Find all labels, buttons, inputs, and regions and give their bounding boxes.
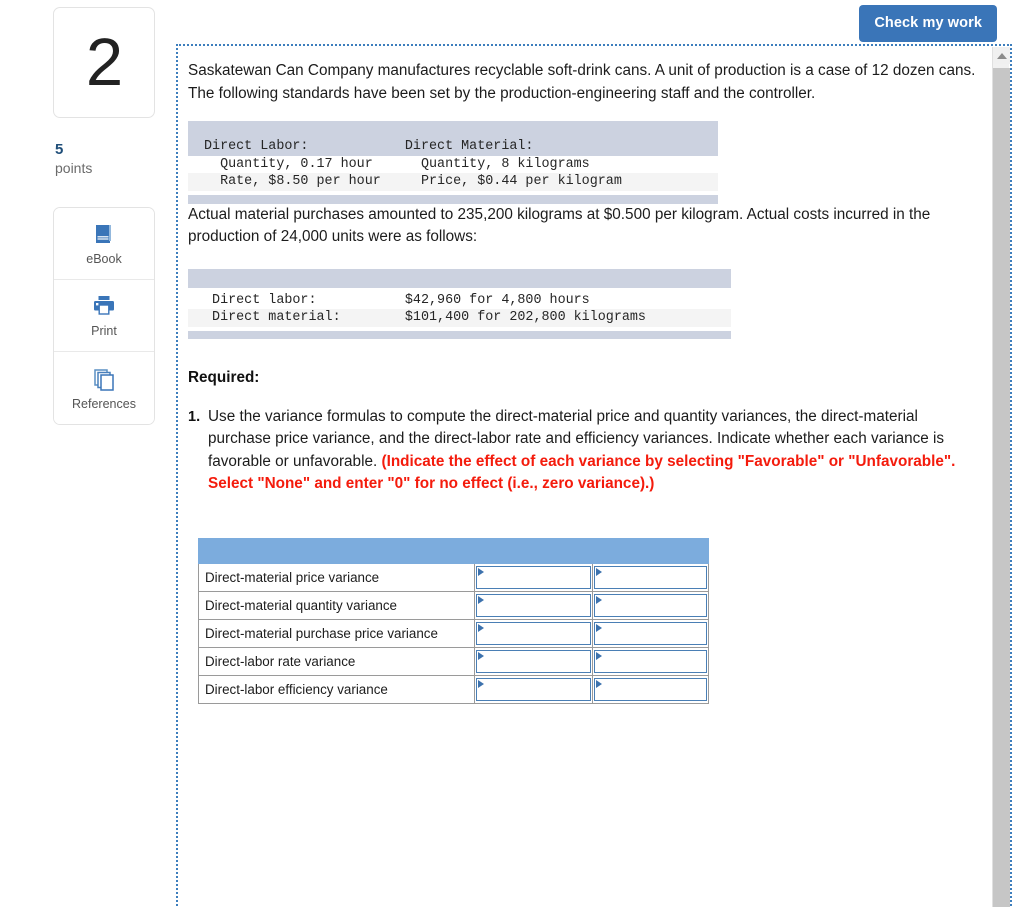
variance-effect-input[interactable]	[594, 593, 707, 617]
printer-icon	[92, 293, 116, 319]
points-block: 5 points	[53, 141, 155, 177]
variance-amount-cell[interactable]	[474, 674, 593, 704]
variance-label: Direct-material quantity variance	[198, 590, 475, 620]
left-rail: 2 5 points eBook Print References	[53, 7, 155, 425]
variance-effect-input[interactable]	[594, 649, 707, 673]
standards-row: Quantity, 0.17 hour Quantity, 8 kilogram…	[188, 155, 718, 173]
variance-effect-cell[interactable]	[592, 590, 709, 620]
ebook-button[interactable]: eBook	[54, 208, 154, 280]
standards-band-top	[188, 121, 718, 138]
actual-costs-block: Direct labor: $42,960 for 4,800 hours Di…	[188, 268, 731, 339]
variance-label: Direct-material price variance	[198, 562, 475, 592]
question-page: 2 5 points eBook Print References Check …	[0, 0, 1024, 907]
standards-band-bottom	[188, 194, 718, 204]
points-label: points	[55, 160, 93, 176]
variance-amount-cell[interactable]	[474, 618, 593, 648]
variance-effect-cell[interactable]	[592, 618, 709, 648]
book-icon	[92, 221, 116, 247]
table-row: Direct-labor efficiency variance	[198, 674, 709, 704]
print-label: Print	[91, 324, 117, 338]
table-row: Direct-material quantity variance	[198, 590, 709, 620]
variance-amount-cell[interactable]	[474, 590, 593, 620]
header-cell-value-2	[592, 537, 709, 564]
requirements-list: 1. Use the variance formulas to compute t…	[188, 406, 962, 496]
print-button[interactable]: Print	[54, 280, 154, 352]
variance-label: Direct-labor efficiency variance	[198, 674, 475, 704]
variance-label: Direct-material purchase price variance	[198, 618, 475, 648]
references-label: References	[72, 396, 136, 411]
question-number-card: 2	[53, 7, 155, 118]
question-panel: Saskatewan Can Company manufactures recy…	[176, 44, 1012, 907]
variance-effect-input[interactable]	[594, 621, 707, 645]
question-number: 2	[85, 25, 123, 100]
variance-amount-cell[interactable]	[474, 562, 593, 592]
actual-costs-band-bottom	[188, 330, 731, 339]
question-body: Saskatewan Can Company manufactures recy…	[178, 46, 978, 907]
ebook-label: eBook	[86, 252, 122, 266]
variance-amount-input[interactable]	[476, 649, 591, 673]
variance-effect-cell[interactable]	[592, 562, 709, 592]
variance-amount-input[interactable]	[476, 565, 591, 589]
tool-stack: eBook Print References	[53, 207, 155, 425]
variance-label: Direct-labor rate variance	[198, 646, 475, 676]
references-button[interactable]: References	[54, 352, 154, 424]
actual-costs-row: Direct labor: $42,960 for 4,800 hours	[188, 291, 731, 309]
variance-answer-table: Direct-material price variance Direct-ma…	[198, 537, 709, 704]
required-heading: Required:	[188, 368, 260, 386]
header-cell-label	[198, 537, 475, 564]
table-row: Direct-labor rate variance	[198, 646, 709, 676]
references-icon	[92, 366, 116, 392]
variance-effect-cell[interactable]	[592, 646, 709, 676]
scrollbar-thumb[interactable]	[993, 68, 1010, 907]
variance-effect-cell[interactable]	[592, 674, 709, 704]
table-row: Direct-material purchase price variance	[198, 618, 709, 648]
points-value: 5	[55, 141, 64, 158]
standards-block: Direct Labor: Direct Material: Quantity,…	[188, 121, 718, 204]
variance-amount-input[interactable]	[476, 621, 591, 645]
problem-paragraph-2: Actual material purchases amounted to 23…	[188, 205, 931, 246]
problem-paragraph-1: Saskatewan Can Company manufactures recy…	[188, 62, 976, 102]
variance-amount-input[interactable]	[476, 677, 591, 701]
check-my-work-button[interactable]: Check my work	[859, 5, 997, 42]
requirement-item-1: 1. Use the variance formulas to compute t…	[188, 406, 983, 496]
standards-row: Direct Labor: Direct Material:	[188, 138, 718, 156]
scroll-up-button[interactable]	[993, 47, 1010, 64]
variance-effect-input[interactable]	[594, 677, 707, 701]
actual-costs-band-top	[188, 268, 731, 288]
variance-amount-input[interactable]	[476, 593, 591, 617]
chevron-up-icon	[996, 52, 1007, 59]
header-cell-value-1	[474, 537, 593, 564]
table-row: Direct-material price variance	[198, 562, 709, 592]
requirement-marker: 1.	[188, 408, 201, 425]
panel-scrollbar[interactable]	[992, 47, 1010, 907]
variance-amount-cell[interactable]	[474, 646, 593, 676]
standards-row: Rate, $8.50 per hour Price, $0.44 per ki…	[188, 173, 718, 191]
actual-costs-row: Direct material: $101,400 for 202,800 ki…	[188, 309, 731, 327]
table-header-row	[198, 537, 709, 564]
variance-effect-input[interactable]	[594, 565, 707, 589]
